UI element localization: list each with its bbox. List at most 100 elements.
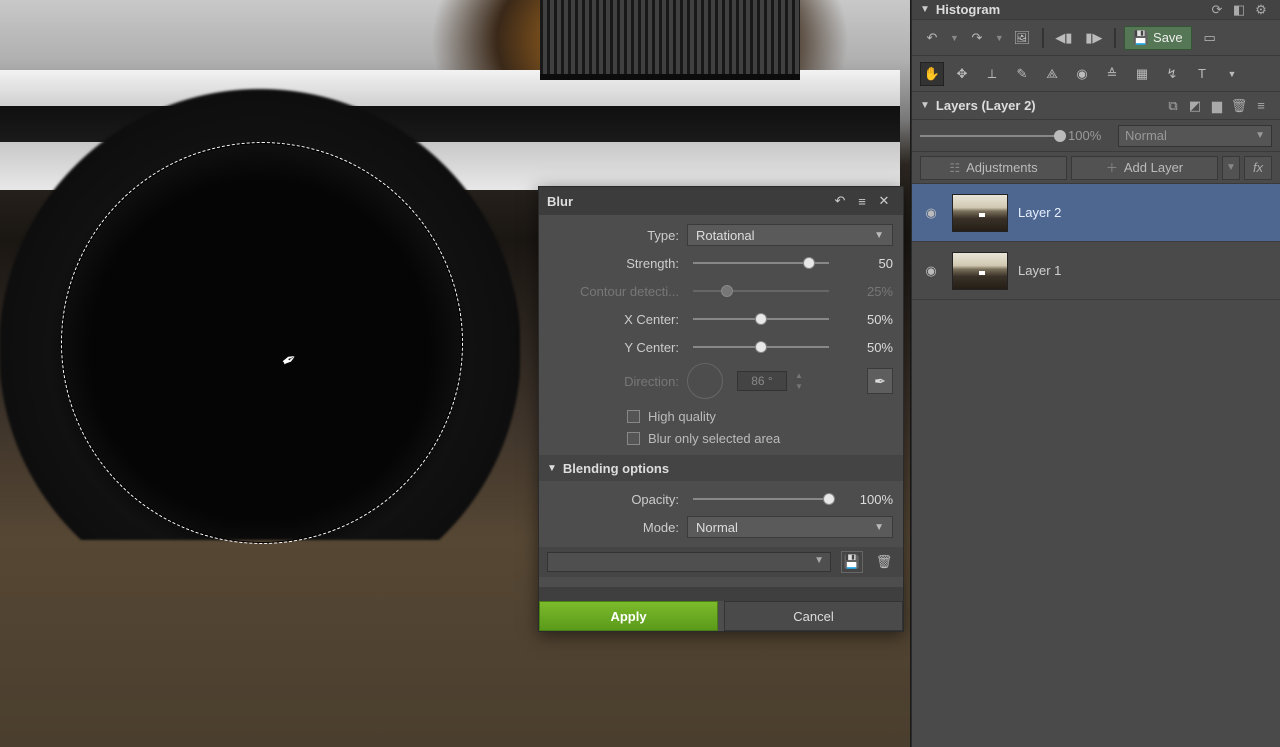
menu-icon[interactable]: ≡ (1250, 98, 1272, 113)
more-tools-caret-icon[interactable]: ▼ (1220, 62, 1244, 86)
ycenter-value[interactable]: 50% (843, 340, 893, 355)
mode-select[interactable]: Normal ▼ (687, 516, 893, 538)
toolbar-divider (1042, 28, 1044, 48)
strength-slider[interactable] (693, 262, 829, 264)
close-icon[interactable]: ✕ (873, 193, 895, 209)
blending-head: Blending options (563, 461, 669, 476)
pen-tool[interactable]: ✎ (1010, 62, 1034, 86)
layer-thumbnail[interactable] (952, 252, 1008, 290)
xcenter-value[interactable]: 50% (843, 312, 893, 327)
type-label: Type: (549, 228, 679, 243)
cancel-button[interactable]: Cancel (724, 601, 903, 631)
chevron-down-icon: ▼ (547, 463, 557, 474)
curves-tool[interactable]: ▦ (1130, 62, 1154, 86)
tools-toolbar: ✋ ✥ ⟂ ✎ ⟁ ◉ ≙ ▦ ↯ T ▼ (912, 56, 1280, 92)
high-quality-checkbox[interactable] (627, 410, 640, 423)
histogram-title: Histogram (936, 2, 1206, 17)
folder-icon[interactable]: ▆ (1206, 98, 1228, 114)
mode-label: Mode: (549, 520, 679, 535)
mask-icon[interactable]: ◩ (1184, 98, 1206, 114)
apply-button[interactable]: Apply (539, 601, 718, 631)
add-layer-menu-button[interactable]: ▼ (1222, 156, 1240, 180)
layer-name[interactable]: Layer 2 (1018, 205, 1061, 220)
layer-thumbnail[interactable] (952, 194, 1008, 232)
hand-tool[interactable]: ✋ (920, 62, 944, 86)
histogram-section-toggle[interactable]: ▼ Histogram ⟳ ◧ ⚙ (912, 0, 1280, 20)
redo-button[interactable]: ↷ (965, 26, 989, 50)
transform-tool[interactable]: ⟁ (1040, 62, 1064, 86)
opacity-label: Opacity: (549, 492, 679, 507)
layers-list: ◉ Layer 2 ◉ Layer 1 (912, 184, 1280, 300)
selection-marquee[interactable] (61, 142, 463, 544)
duplicate-layer-icon[interactable]: ⧉ (1162, 98, 1184, 114)
opacity-value[interactable]: 100% (843, 492, 893, 507)
layer-blend-select[interactable]: Normal ▼ (1118, 125, 1272, 147)
add-layer-button[interactable]: ＋ Add Layer (1071, 156, 1218, 180)
adjustments-button[interactable]: ☷ Adjustments (920, 156, 1067, 180)
visibility-toggle-icon[interactable]: ◉ (920, 263, 942, 279)
caret-down-icon: ▼ (874, 522, 884, 533)
layer-item[interactable]: ◉ Layer 1 (912, 242, 1280, 300)
type-select[interactable]: Rotational ▼ (687, 224, 893, 246)
vehicle-grille (540, 0, 800, 80)
state-next-icon[interactable]: ▮▶ (1082, 26, 1106, 50)
menu-icon[interactable]: ≡ (851, 194, 873, 209)
trash-icon: 🗑 (876, 554, 893, 570)
snapshot-icon[interactable]: ▭ (1198, 26, 1222, 50)
layer-opacity-value[interactable]: 100% (1068, 128, 1110, 143)
eye-tool[interactable]: ◉ (1070, 62, 1094, 86)
type-value: Rotational (696, 228, 755, 243)
direction-label: Direction: (549, 374, 679, 389)
layer-name[interactable]: Layer 1 (1018, 263, 1061, 278)
visibility-toggle-icon[interactable]: ◉ (920, 205, 942, 221)
floppy-icon: 💾 (1133, 30, 1149, 46)
undo-menu-caret-icon[interactable]: ▼ (950, 33, 959, 43)
xcenter-slider[interactable] (693, 318, 829, 320)
layer-item[interactable]: ◉ Layer 2 (912, 184, 1280, 242)
state-prev-icon[interactable]: ◀▮ (1052, 26, 1076, 50)
preset-select[interactable]: ▼ (547, 552, 831, 572)
redo-menu-caret-icon[interactable]: ▼ (995, 33, 1004, 43)
history-toolbar: ↶ ▼ ↷ ▼ 🖼 ◀▮ ▮▶ 💾 Save ▭ (912, 20, 1280, 56)
layer-opacity-slider[interactable] (920, 135, 1060, 137)
layers-title: Layers (Layer 2) (936, 98, 1162, 113)
caret-down-icon: ▼ (814, 555, 824, 566)
chevron-down-icon: ▼ (920, 4, 930, 15)
opacity-slider[interactable] (693, 498, 829, 500)
layer-fx-button[interactable]: fx (1244, 156, 1272, 180)
reset-icon[interactable]: ↶ (829, 193, 851, 209)
gear-icon[interactable]: ⚙ (1250, 2, 1272, 18)
text-tool[interactable]: T (1190, 62, 1214, 86)
brush-tool[interactable]: ↯ (1160, 62, 1184, 86)
save-preset-button[interactable]: 💾 (841, 551, 863, 573)
spinner-down-icon: ▼ (795, 382, 801, 391)
histogram-view-icon[interactable]: ◧ (1228, 2, 1250, 18)
save-button[interactable]: 💾 Save (1124, 26, 1192, 50)
direction-value: 86 ° (737, 371, 787, 391)
crop-tool[interactable]: ⟂ (980, 62, 1004, 86)
caret-down-icon: ▼ (1255, 130, 1265, 141)
image-icon[interactable]: 🖼 (1010, 26, 1034, 50)
center-picker-button[interactable]: ✒ (867, 368, 893, 394)
blur-selected-checkbox[interactable] (627, 432, 640, 445)
refresh-icon[interactable]: ⟳ (1206, 2, 1228, 18)
blending-section-toggle[interactable]: ▼ Blending options (539, 455, 903, 481)
move-tool[interactable]: ✥ (950, 62, 974, 86)
layers-section-toggle[interactable]: ▼ Layers (Layer 2) ⧉ ◩ ▆ 🗑 ≡ (912, 92, 1280, 120)
contour-label: Contour detecti... (549, 284, 679, 299)
chevron-down-icon: ▼ (920, 100, 930, 111)
undo-button[interactable]: ↶ (920, 26, 944, 50)
levels-tool[interactable]: ≙ (1100, 62, 1124, 86)
ycenter-slider[interactable] (693, 346, 829, 348)
strength-value[interactable]: 50 (843, 256, 893, 271)
trash-icon[interactable]: 🗑 (1228, 98, 1250, 114)
blur-selected-label: Blur only selected area (648, 431, 780, 446)
delete-preset-button[interactable]: 🗑 (873, 551, 895, 573)
high-quality-label: High quality (648, 409, 716, 424)
dialog-title: Blur (547, 194, 829, 209)
spinner-up-icon: ▲ (795, 371, 801, 380)
contour-slider (693, 290, 829, 292)
strength-label: Strength: (549, 256, 679, 271)
plus-icon: ＋ (1106, 159, 1118, 176)
toolbar-divider (1114, 28, 1116, 48)
